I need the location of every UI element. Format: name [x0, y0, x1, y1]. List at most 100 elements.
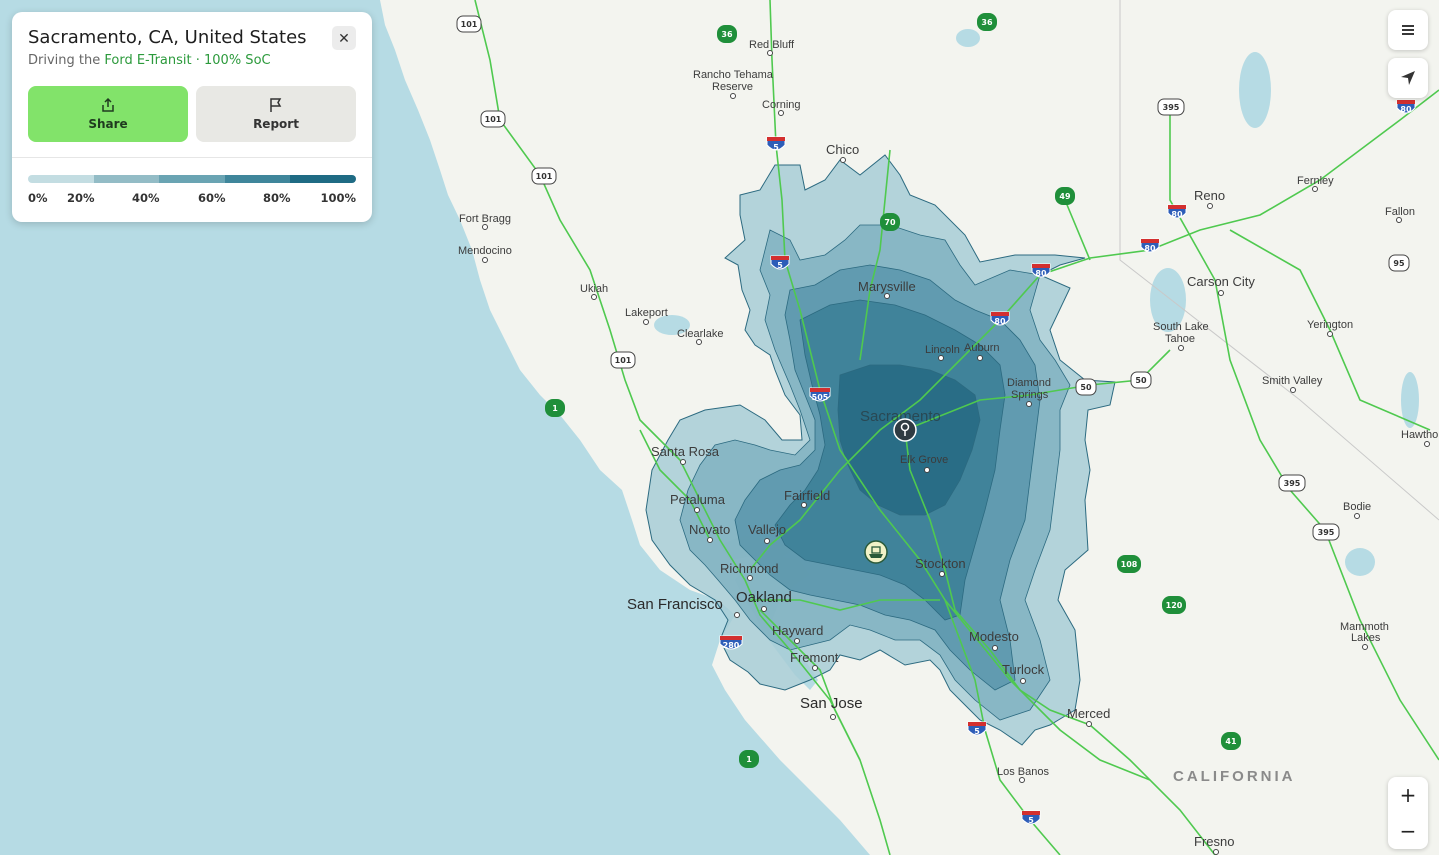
- report-button[interactable]: Report: [196, 86, 356, 142]
- legend-label-80: 80%: [263, 191, 291, 205]
- legend-swatch-40-60: [159, 175, 225, 183]
- location-title: Sacramento, CA, United States: [28, 27, 307, 48]
- place-hawthorne: Hawthor: [1401, 429, 1439, 441]
- menu-button[interactable]: [1388, 10, 1428, 50]
- us-shield-50: 50: [1075, 378, 1097, 396]
- zoom-in-button[interactable]: +: [1388, 777, 1428, 813]
- place-reno: Reno: [1194, 188, 1225, 203]
- us-shield-50-b: 50: [1130, 371, 1152, 389]
- place-petaluma: Petaluma: [670, 492, 726, 507]
- share-button[interactable]: Share: [28, 86, 188, 142]
- place-san-francisco: San Francisco: [627, 596, 723, 613]
- zoom-out-button[interactable]: −: [1388, 813, 1428, 849]
- svg-text:395: 395: [1318, 528, 1335, 537]
- place-lincoln: Lincoln: [925, 344, 960, 356]
- legend-label-100: 100%: [320, 191, 356, 205]
- place-yerington: Yerington: [1307, 319, 1353, 331]
- place-clearlake: Clearlake: [677, 328, 723, 340]
- place-fallon: Fallon: [1385, 206, 1415, 218]
- ca-shield-36: 36: [717, 25, 737, 43]
- us-shield-101: 101: [456, 15, 482, 33]
- svg-text:101: 101: [536, 172, 553, 181]
- svg-text:41: 41: [1225, 737, 1237, 746]
- place-fairfield: Fairfield: [784, 488, 830, 503]
- place-vallejo: Vallejo: [748, 522, 786, 537]
- place-merced: Merced: [1067, 706, 1110, 721]
- svg-text:280: 280: [723, 641, 740, 650]
- place-hayward: Hayward: [772, 623, 823, 638]
- place-elk-grove: Elk Grove: [900, 454, 948, 466]
- place-marysville: Marysville: [858, 279, 916, 294]
- svg-text:49: 49: [1059, 192, 1071, 201]
- ca-shield-41: 41: [1221, 732, 1241, 750]
- report-label: Report: [253, 117, 299, 131]
- us-shield-395: 395: [1157, 98, 1185, 116]
- place-turlock: Turlock: [1002, 662, 1045, 677]
- svg-text:50: 50: [1080, 383, 1092, 392]
- svg-text:95: 95: [1393, 259, 1405, 268]
- legend-label-40: 40%: [132, 191, 160, 205]
- origin-pin-marker[interactable]: [893, 418, 917, 442]
- place-modesto: Modesto: [969, 629, 1019, 644]
- ca-shield-1-b: 1: [739, 750, 759, 768]
- us-shield-395-c: 395: [1312, 523, 1340, 541]
- svg-text:505: 505: [812, 393, 829, 402]
- ca-shield-49: 49: [1055, 187, 1075, 205]
- place-fresno: Fresno: [1194, 834, 1234, 849]
- svg-text:5: 5: [773, 143, 779, 152]
- svg-text:80: 80: [1144, 244, 1156, 253]
- legend-swatch-80-100: [290, 175, 356, 183]
- place-mendocino: Mendocino: [458, 245, 512, 257]
- place-south-lake: South Lake: [1153, 321, 1209, 333]
- svg-text:50: 50: [1135, 376, 1147, 385]
- svg-text:36: 36: [981, 18, 993, 27]
- close-icon: ✕: [338, 29, 350, 46]
- vehicle-link[interactable]: Ford E-Transit · 100% SoC: [104, 53, 270, 68]
- ferry-marker[interactable]: [864, 540, 888, 564]
- navigation-arrow-icon: [1401, 71, 1415, 85]
- svg-text:101: 101: [615, 356, 632, 365]
- place-santa-rosa: Santa Rosa: [651, 444, 720, 459]
- interstate-shield-505: 505: [809, 387, 831, 402]
- place-richmond: Richmond: [720, 561, 779, 576]
- close-button[interactable]: ✕: [332, 26, 356, 50]
- svg-text:80: 80: [994, 317, 1006, 326]
- svg-text:80: 80: [1171, 210, 1183, 219]
- place-south-lake-tahoe: Tahoe: [1165, 333, 1195, 345]
- walker-lake: [1401, 372, 1419, 428]
- us-shield-101-d: 101: [610, 351, 636, 369]
- place-novato: Novato: [689, 522, 730, 537]
- shasta-lake: [956, 29, 980, 47]
- place-smith-valley: Smith Valley: [1262, 375, 1323, 387]
- svg-text:395: 395: [1163, 103, 1180, 112]
- place-san-jose: San Jose: [800, 695, 863, 712]
- ca-shield-70: 70: [880, 213, 900, 231]
- place-auburn: Auburn: [964, 342, 999, 354]
- place-rancho-tehama: Rancho Tehama: [693, 69, 774, 81]
- locate-button[interactable]: [1388, 58, 1428, 98]
- svg-text:395: 395: [1284, 479, 1301, 488]
- legend-label-60: 60%: [198, 191, 226, 205]
- soc-legend-labels: 0% 20% 40% 60% 80% 100%: [28, 191, 356, 205]
- ca-shield-108: 108: [1117, 555, 1141, 573]
- legend-swatch-0-20: [28, 175, 94, 183]
- legend-swatch-20-40: [93, 175, 160, 183]
- place-red-bluff: Red Bluff: [749, 39, 795, 51]
- us-shield-101-c: 101: [531, 167, 557, 185]
- driving-prefix: Driving the: [28, 53, 105, 68]
- ca-shield-36-b: 36: [977, 13, 997, 31]
- place-fremont: Fremont: [790, 650, 839, 665]
- legend-swatch-60-80: [224, 175, 291, 183]
- place-diamond: Diamond: [1007, 377, 1051, 389]
- hamburger-menu-icon: [1402, 25, 1414, 35]
- share-icon: [102, 97, 114, 112]
- pyramid-lake: [1239, 52, 1271, 128]
- zoom-controls: + −: [1388, 777, 1428, 849]
- place-fernley: Fernley: [1297, 175, 1334, 187]
- ca-shield-1: 1: [545, 399, 565, 417]
- soc-legend-bar: [28, 175, 356, 183]
- us-shield-95: 95: [1388, 254, 1410, 272]
- svg-text:1: 1: [746, 755, 752, 764]
- us-shield-101-b: 101: [480, 110, 506, 128]
- location-info-card: Sacramento, CA, United States Driving th…: [12, 12, 372, 222]
